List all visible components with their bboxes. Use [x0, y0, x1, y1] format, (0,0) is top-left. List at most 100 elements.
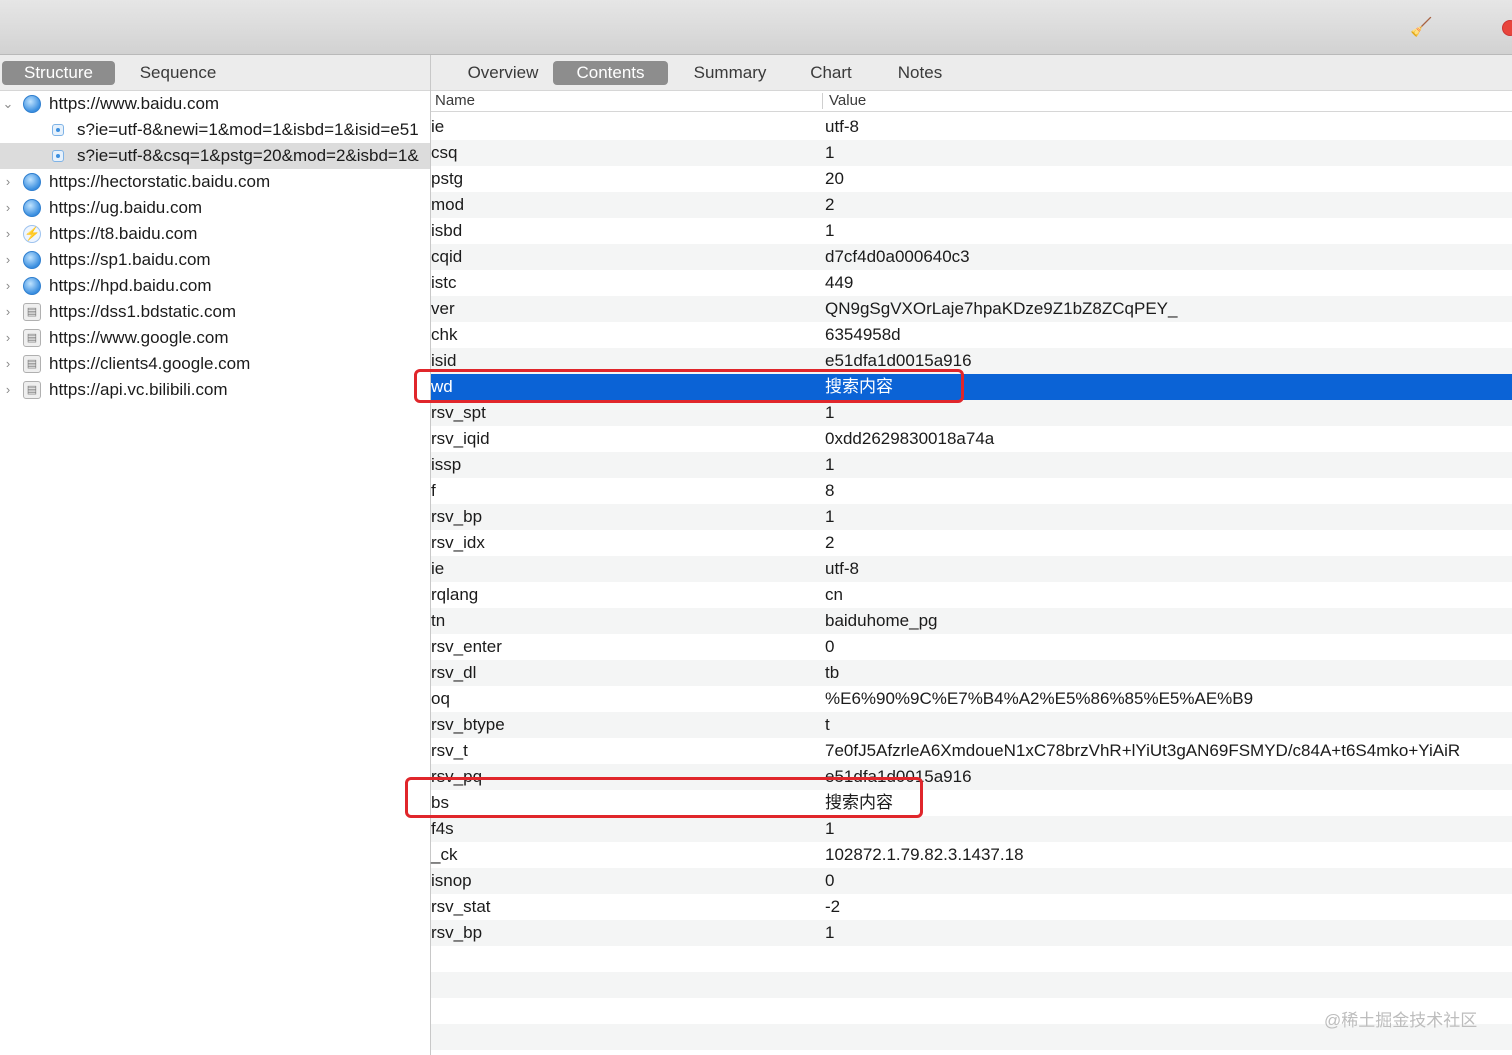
- tree-host-label: https://api.vc.bilibili.com: [49, 380, 228, 399]
- tree-host-row[interactable]: › ▤ https://clients4.google.com: [0, 351, 430, 377]
- table-row[interactable]: rsv_bp 1: [431, 504, 1512, 530]
- tree-host-row[interactable]: › https://ug.baidu.com: [0, 195, 430, 221]
- tree-host-label: https://hectorstatic.baidu.com: [49, 172, 271, 191]
- param-value-cell: 102872.1.79.82.3.1437.18: [825, 845, 1024, 864]
- table-row[interactable]: tn baiduhome_pg: [431, 608, 1512, 634]
- table-row[interactable]: rsv_iqid 0xdd2629830018a74a: [431, 426, 1512, 452]
- tree-host-row[interactable]: › https://sp1.baidu.com: [0, 247, 430, 273]
- tree-host-row[interactable]: › ▤ https://www.google.com: [0, 325, 430, 351]
- table-row[interactable]: ie utf-8: [431, 114, 1512, 140]
- tab-contents[interactable]: Contents: [553, 61, 668, 85]
- tree-host-label: https://t8.baidu.com: [49, 224, 198, 243]
- chevron-right-icon[interactable]: ›: [2, 221, 14, 247]
- tree-request-row[interactable]: s?ie=utf-8&newi=1&mod=1&isbd=1&isid=e51: [0, 117, 430, 143]
- param-name-cell: cqid: [431, 247, 463, 266]
- column-divider[interactable]: [822, 93, 823, 109]
- tab-overview[interactable]: Overview: [447, 61, 559, 85]
- table-row[interactable]: rsv_enter 0: [431, 634, 1512, 660]
- host-tree: ⌄ https://www.baidu.com s?ie=utf-8&newi=1&…: [0, 91, 430, 403]
- watermark: @稀土掘金技术社区: [1324, 1011, 1478, 1030]
- table-row[interactable]: rsv_btype t: [431, 712, 1512, 738]
- param-name-cell: isnop: [431, 871, 472, 890]
- param-name-cell: ie: [431, 559, 445, 578]
- table-row[interactable]: rqlang cn: [431, 582, 1512, 608]
- tree-host-row[interactable]: › ⚡ https://t8.baidu.com: [0, 221, 430, 247]
- param-value-cell: 2: [825, 533, 835, 552]
- param-name-cell: f4s: [431, 819, 454, 838]
- column-header-value[interactable]: Value: [829, 91, 866, 111]
- table-row[interactable]: isbd 1: [431, 218, 1512, 244]
- globe-icon: [23, 95, 41, 113]
- right-tabbar: Overview Contents Summary Chart Notes: [431, 55, 1512, 91]
- param-value-cell: QN9gSgVXOrLaje7hpaKDze9Z1bZ8ZCqPEY_: [825, 299, 1178, 318]
- tab-notes[interactable]: Notes: [883, 61, 957, 85]
- param-value-cell: utf-8: [825, 117, 860, 136]
- tree-request-row[interactable]: s?ie=utf-8&csq=1&pstg=20&mod=2&isbd=1&: [0, 143, 430, 169]
- table-row[interactable]: oq %E6%90%9C%E7%B4%A2%E5%86%85%E5%AE%B9: [431, 686, 1512, 712]
- tree-host-row[interactable]: ⌄ https://www.baidu.com: [0, 91, 430, 117]
- table-row[interactable]: rsv_idx 2: [431, 530, 1512, 556]
- param-value-cell: 7e0fJ5AfzrleA6XmdoueN1xC78brzVhR+lYiUt3g…: [825, 741, 1461, 760]
- param-name-cell: csq: [431, 143, 458, 162]
- param-name-cell: issp: [431, 455, 462, 474]
- chevron-right-icon[interactable]: ›: [2, 377, 14, 403]
- chevron-right-icon[interactable]: ›: [2, 299, 14, 325]
- param-value-cell: 0: [825, 871, 835, 890]
- param-name-cell: isbd: [431, 221, 463, 240]
- table-row[interactable]: isnop 0: [431, 868, 1512, 894]
- broom-icon[interactable]: 🧹: [1410, 16, 1432, 38]
- tree-host-row[interactable]: › ▤ https://api.vc.bilibili.com: [0, 377, 430, 403]
- tree-host-row[interactable]: › https://hpd.baidu.com: [0, 273, 430, 299]
- tab-summary[interactable]: Summary: [677, 61, 783, 85]
- table-row[interactable]: f4s 1: [431, 816, 1512, 842]
- param-value-cell: baiduhome_pg: [825, 611, 938, 630]
- tree-host-row[interactable]: › https://hectorstatic.baidu.com: [0, 169, 430, 195]
- empty-row: [431, 972, 1512, 998]
- param-value-cell: %E6%90%9C%E7%B4%A2%E5%86%85%E5%AE%B9: [825, 689, 1254, 708]
- table-row[interactable]: rsv_stat -2: [431, 894, 1512, 920]
- chevron-right-icon[interactable]: ›: [2, 351, 14, 377]
- table-row[interactable]: rsv_t 7e0fJ5AfzrleA6XmdoueN1xC78brzVhR+lY…: [431, 738, 1512, 764]
- table-row[interactable]: ie utf-8: [431, 556, 1512, 582]
- param-name-cell: rsv_enter: [431, 637, 502, 656]
- tree-host-label: https://www.baidu.com: [49, 94, 220, 113]
- lock-icon: ▤: [23, 355, 41, 373]
- param-value-cell: 1: [825, 403, 835, 422]
- param-name-cell: rsv_spt: [431, 403, 486, 422]
- tab-sequence[interactable]: Sequence: [120, 61, 236, 85]
- chevron-right-icon[interactable]: ›: [2, 247, 14, 273]
- table-row[interactable]: issp 1: [431, 452, 1512, 478]
- table-row[interactable]: _ck 102872.1.79.82.3.1437.18: [431, 842, 1512, 868]
- param-name-cell: rqlang: [431, 585, 479, 604]
- tab-structure[interactable]: Structure: [2, 61, 115, 85]
- table-row[interactable]: cqid d7cf4d0a000640c3: [431, 244, 1512, 270]
- param-name-cell: ie: [431, 117, 445, 136]
- record-icon[interactable]: [1502, 20, 1512, 36]
- chevron-right-icon[interactable]: ›: [2, 325, 14, 351]
- table-row[interactable]: rsv_dl tb: [431, 660, 1512, 686]
- table-row[interactable]: rsv_spt 1: [431, 400, 1512, 426]
- table-row[interactable]: pstg 20: [431, 166, 1512, 192]
- param-value-cell: 1: [825, 221, 835, 240]
- table-row[interactable]: ver QN9gSgVXOrLaje7hpaKDze9Z1bZ8ZCqPEY_: [431, 296, 1512, 322]
- tree-host-row[interactable]: › ▤ https://dss1.bdstatic.com: [0, 299, 430, 325]
- request-icon: [52, 124, 64, 136]
- table-row[interactable]: f8: [431, 478, 1512, 504]
- lock-icon: ▤: [23, 329, 41, 347]
- chevron-down-icon[interactable]: ⌄: [2, 91, 14, 117]
- param-value-cell: 1: [825, 819, 835, 838]
- table-row[interactable]: istc 449: [431, 270, 1512, 296]
- structure-pane: Structure Sequence ⌄ https://www.baidu.co…: [0, 55, 431, 1055]
- table-row[interactable]: csq 1: [431, 140, 1512, 166]
- chevron-right-icon[interactable]: ›: [2, 195, 14, 221]
- chevron-right-icon[interactable]: ›: [2, 273, 14, 299]
- chevron-right-icon[interactable]: ›: [2, 169, 14, 195]
- column-header-name[interactable]: Name: [435, 91, 475, 111]
- tab-chart[interactable]: Chart: [795, 61, 867, 85]
- table-row[interactable]: chk 6354958d: [431, 322, 1512, 348]
- param-value-cell: tb: [825, 663, 840, 682]
- param-name-cell: chk: [431, 325, 458, 344]
- table-row[interactable]: rsv_bp 1: [431, 920, 1512, 946]
- param-name-cell: tn: [431, 611, 446, 630]
- table-row[interactable]: mod 2: [431, 192, 1512, 218]
